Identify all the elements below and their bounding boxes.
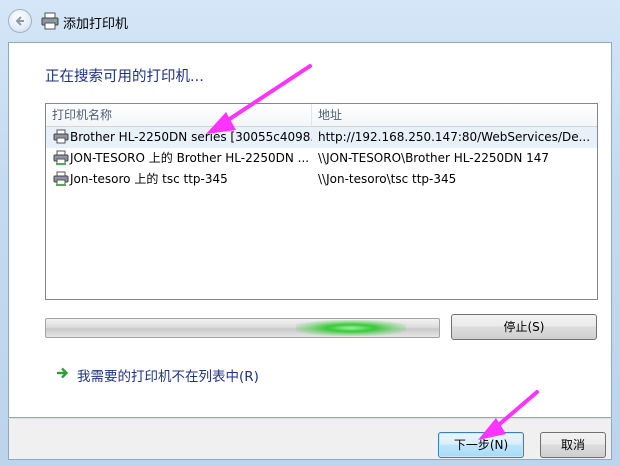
printer-address: http://192.168.250.147:80/WebServices/De… [318, 130, 591, 144]
column-header-printer-name[interactable]: 打印机名称 [46, 104, 312, 126]
printer-list[interactable]: 打印机名称 地址 Brother HL-2250DN series [30055… [45, 103, 598, 300]
shared-printer-icon [53, 171, 69, 186]
printer-address: \\JON-TESORO\Brother HL-2250DN 147 [318, 151, 550, 165]
list-item[interactable]: Jon-tesoro 上的 tsc ttp-345 \\Jon-tesoro\t… [46, 169, 597, 190]
title-bar: 添加打印机 [0, 0, 620, 42]
progress-glow [296, 320, 406, 336]
printer-icon [41, 12, 59, 30]
back-arrow-icon [15, 16, 24, 26]
printer-name-cell: Jon-tesoro 上的 tsc ttp-345 [50, 169, 312, 190]
network-printer-icon [53, 129, 69, 144]
column-header-address[interactable]: 地址 [312, 104, 597, 126]
green-arrow-icon [57, 367, 69, 379]
printer-name-cell: JON-TESORO 上的 Brother HL-2250DN ... [50, 148, 312, 169]
printer-name: Jon-tesoro 上的 tsc ttp-345 [70, 172, 228, 186]
list-item[interactable]: JON-TESORO 上的 Brother HL-2250DN ... \\JO… [46, 148, 597, 169]
printer-name: Brother HL-2250DN series [30055c4098... [70, 130, 312, 144]
back-button[interactable] [8, 9, 32, 33]
shared-printer-icon [53, 150, 69, 165]
list-header: 打印机名称 地址 [46, 104, 597, 127]
printer-name-cell: Brother HL-2250DN series [30055c4098... [50, 127, 312, 148]
window-title: 添加打印机 [63, 17, 129, 32]
stop-button[interactable]: 停止(S) [451, 314, 597, 340]
next-button[interactable]: 下一步(N) [438, 432, 524, 458]
window-frame: 添加打印机 正在搜索可用的打印机... 打印机名称 地址 Brother HL-… [0, 0, 620, 466]
dialog-content: 正在搜索可用的打印机... 打印机名称 地址 Brother HL-2250DN… [8, 42, 612, 418]
printer-address: \\Jon-tesoro\tsc ttp-345 [318, 172, 457, 186]
list-item[interactable]: Brother HL-2250DN series [30055c4098... … [46, 127, 597, 148]
search-progress-bar [45, 318, 440, 338]
page-heading: 正在搜索可用的打印机... [45, 69, 204, 85]
printer-name: JON-TESORO 上的 Brother HL-2250DN ... [70, 151, 310, 165]
cancel-button[interactable]: 取消 [540, 432, 606, 458]
printer-not-listed-link[interactable]: 我需要的打印机不在列表中(R) [77, 365, 259, 385]
